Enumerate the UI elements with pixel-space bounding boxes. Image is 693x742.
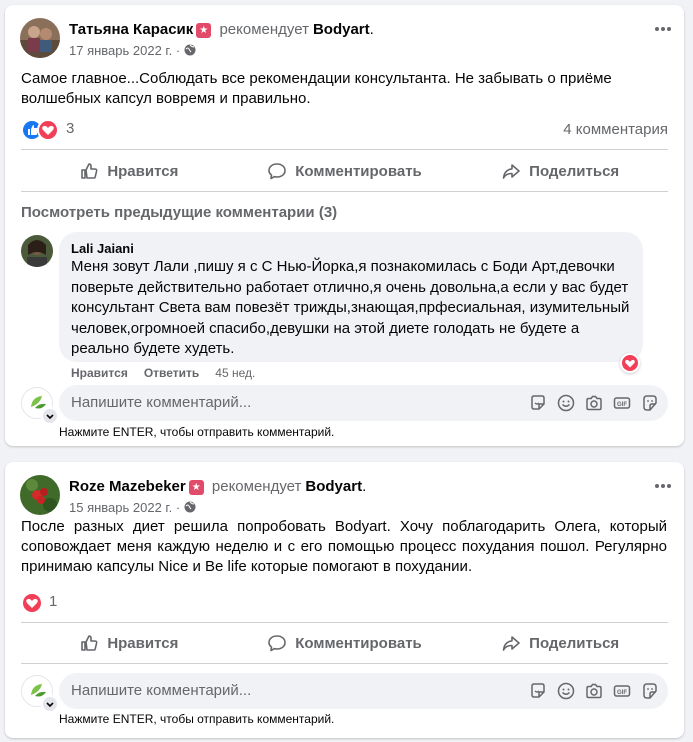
gif-icon[interactable]: GIF (612, 393, 632, 413)
author-name[interactable]: Татьяна Карасик (69, 21, 193, 38)
recommends-text: рекомендует (211, 478, 302, 495)
share-label: Поделиться (529, 162, 620, 180)
post-date[interactable]: 17 январь 2022 г. (69, 43, 172, 58)
emoji-icon[interactable] (556, 393, 576, 413)
enter-hint: Нажмите ENTER, чтобы отправить комментар… (59, 712, 335, 726)
post-header-line: Татьяна Карасик ★ рекомендует Bodyart. (69, 21, 374, 38)
divider (21, 622, 668, 623)
post-card: Татьяна Карасик ★ рекомендует Bodyart. 17 … (5, 5, 684, 446)
camera-icon[interactable] (584, 393, 604, 413)
sticker-icon[interactable] (528, 681, 548, 701)
like-button[interactable]: Нравится (21, 625, 237, 661)
globe-icon (184, 501, 196, 513)
post-actions: Нравится Комментировать Поделиться (21, 625, 668, 661)
comment-label: Комментировать (295, 162, 422, 180)
share-label: Поделиться (529, 634, 620, 652)
comment-input-icons: GIF (528, 393, 660, 413)
post-date-line: 17 январь 2022 г. · (69, 43, 196, 58)
more-dots-icon[interactable] (648, 475, 678, 499)
recommends-text: рекомендует (219, 21, 309, 38)
post-header: Roze Mazebeker ★ рекомендует Bodyart. 15 я… (20, 475, 660, 519)
more-dots-icon[interactable] (648, 18, 678, 42)
comment-input[interactable]: Напишите комментарий... GIF (59, 673, 668, 709)
divider (21, 149, 668, 150)
svg-text:GIF: GIF (617, 690, 627, 696)
header-dot: . (369, 21, 374, 38)
write-comment-row: Напишите комментарий... GIF (21, 673, 668, 713)
enter-hint: Нажмите ENTER, чтобы отправить комментар… (59, 425, 335, 439)
speech-bubble-icon (268, 635, 287, 652)
comment-placeholder: Напишите комментарий... (71, 682, 252, 699)
svg-text:GIF: GIF (617, 402, 627, 408)
sticker-smile-icon[interactable] (640, 393, 660, 413)
page-name[interactable]: Bodyart (305, 478, 362, 495)
commenter-avatar[interactable] (21, 235, 53, 267)
comment-time[interactable]: 45 нед. (215, 366, 255, 380)
share-button[interactable]: Поделиться (452, 153, 668, 189)
date-separator: · (175, 43, 181, 58)
post-card: Roze Mazebeker ★ рекомендует Bodyart. 15 я… (5, 462, 684, 738)
comment-input-icons: GIF (528, 681, 660, 701)
write-comment-row: Напишите комментарий... GIF (21, 385, 668, 425)
comment-input[interactable]: Напишите комментарий... GIF (59, 385, 668, 421)
thumbs-up-icon (81, 635, 98, 651)
author-avatar[interactable] (20, 18, 60, 58)
love-reaction-icon (21, 592, 43, 614)
like-button[interactable]: Нравится (21, 153, 237, 189)
sticker-smile-icon[interactable] (640, 681, 660, 701)
comment-meta: Нравится Ответить 45 нед. (71, 366, 255, 380)
sticker-icon[interactable] (528, 393, 548, 413)
comment-text: Меня зовут Лали ,пишу я с С Нью-Йорка,я … (71, 258, 630, 357)
gif-icon[interactable]: GIF (612, 681, 632, 701)
globe-icon (184, 44, 196, 56)
comment-like-button[interactable]: Нравится (71, 366, 128, 380)
post-text: Самое главное...Соблюдать все рекомендац… (21, 70, 612, 107)
recommend-badge-icon: ★ (196, 23, 212, 38)
date-separator: · (175, 500, 181, 515)
comment-placeholder: Напишите комментарий... (71, 394, 252, 411)
like-label: Нравится (107, 634, 179, 652)
share-arrow-icon (502, 164, 520, 179)
love-reaction-icon (37, 119, 59, 141)
reaction-count: 1 (49, 593, 58, 610)
comment-button[interactable]: Комментировать (237, 625, 453, 661)
comment-button[interactable]: Комментировать (237, 153, 453, 189)
comment-label: Комментировать (295, 634, 422, 652)
comment-count[interactable]: 4 комментария (563, 121, 668, 138)
share-button[interactable]: Поделиться (452, 625, 668, 661)
reaction-count: 3 (66, 120, 75, 137)
like-label: Нравится (107, 162, 179, 180)
chevron-down-icon[interactable] (41, 695, 59, 713)
author-name[interactable]: Roze Mazebeker (69, 478, 186, 495)
comment-author[interactable]: Lali Jaiani (71, 241, 134, 256)
post-date[interactable]: 15 январь 2022 г. (69, 500, 172, 515)
chevron-down-icon[interactable] (41, 407, 59, 425)
post-header-line: Roze Mazebeker ★ рекомендует Bodyart. (69, 478, 366, 495)
view-previous-comments[interactable]: Посмотреть предыдущие комментарии (3) (21, 204, 337, 221)
comment-reply-button[interactable]: Ответить (144, 366, 199, 380)
camera-icon[interactable] (584, 681, 604, 701)
love-reaction-icon[interactable] (620, 353, 640, 373)
speech-bubble-icon (268, 163, 287, 180)
post-header: Татьяна Карасик ★ рекомендует Bodyart. 17 … (20, 18, 660, 62)
share-arrow-icon (502, 636, 520, 651)
recommend-badge-icon: ★ (188, 480, 204, 495)
divider (21, 663, 668, 664)
header-dot: . (362, 478, 367, 495)
post-text: После разных диет решила попробовать Bod… (21, 518, 667, 575)
thumbs-up-icon (81, 163, 98, 179)
page-name[interactable]: Bodyart (313, 21, 370, 38)
author-avatar[interactable] (20, 475, 60, 515)
emoji-icon[interactable] (556, 681, 576, 701)
divider (21, 191, 668, 192)
post-date-line: 15 январь 2022 г. · (69, 500, 196, 515)
post-actions: Нравится Комментировать Поделиться (21, 153, 668, 189)
